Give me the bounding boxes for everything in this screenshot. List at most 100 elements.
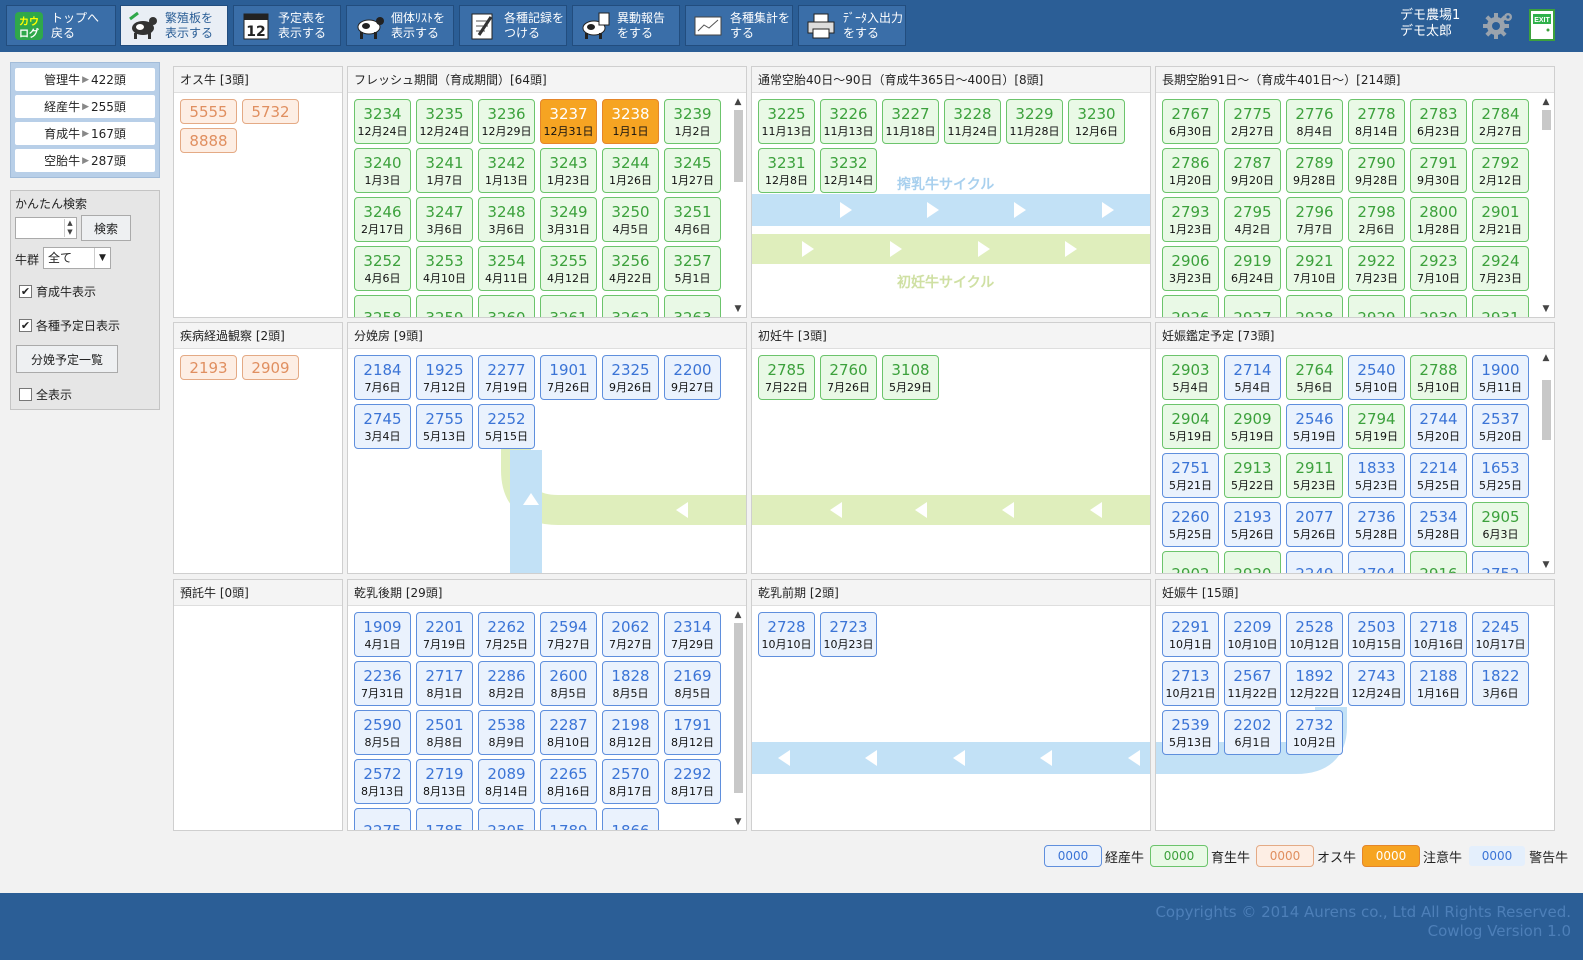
- cow-tile[interactable]: 3240 1月3日: [354, 148, 411, 193]
- cow-tile[interactable]: 2903 5月4日: [1162, 355, 1219, 400]
- cow-tile[interactable]: 3246 2月17日: [354, 197, 411, 242]
- scroll-down-icon[interactable]: ▼: [1540, 303, 1552, 315]
- nav-button-2[interactable]: 繁殖板を 表示する: [120, 5, 228, 46]
- cow-tile[interactable]: 3234 12月24日: [354, 99, 411, 144]
- cow-tile[interactable]: 2503 10月15日: [1348, 612, 1405, 657]
- show-all-option[interactable]: 全表示: [19, 386, 72, 403]
- cow-tile[interactable]: 2795 4月2日: [1224, 197, 1281, 242]
- cow-tile[interactable]: 2736 5月28日: [1348, 502, 1405, 547]
- nav-button-1[interactable]: カウ ログ トップへ 戻る: [6, 5, 116, 46]
- nav-button-7[interactable]: 各種集計を する: [685, 5, 793, 46]
- scroll-thumb[interactable]: [1542, 380, 1551, 440]
- cow-tile[interactable]: 2193 5月26日: [1224, 502, 1281, 547]
- cow-tile[interactable]: 2537 5月20日: [1472, 404, 1529, 449]
- cow-tile[interactable]: 1925 7月12日: [416, 355, 473, 400]
- cow-tile[interactable]: 2718 10月16日: [1410, 612, 1467, 657]
- cow-tile[interactable]: 2906 3月23日: [1162, 246, 1219, 291]
- scrollbar[interactable]: ▲ ▼: [1540, 96, 1552, 315]
- cow-tile[interactable]: 3263: [664, 295, 721, 317]
- cow-tile[interactable]: 2077 5月26日: [1286, 502, 1343, 547]
- cow-tile[interactable]: 3227 11月18日: [882, 99, 939, 144]
- cow-tile[interactable]: 2920: [1224, 551, 1281, 573]
- cow-tile[interactable]: 3247 3月6日: [416, 197, 473, 242]
- cow-tile[interactable]: 2201 7月19日: [416, 612, 473, 657]
- cow-tile[interactable]: 3254 4月11日: [478, 246, 535, 291]
- scroll-up-icon[interactable]: ▲: [732, 96, 744, 108]
- summary-item[interactable]: 空胎牛 ▶ 287頭: [15, 149, 155, 172]
- cow-tile[interactable]: 3237 12月31日: [540, 99, 597, 144]
- cow-tile[interactable]: 2743 12月24日: [1348, 661, 1405, 706]
- cow-tile[interactable]: 2927: [1224, 295, 1281, 317]
- cow-tile[interactable]: 2590 8月5日: [354, 710, 411, 755]
- cow-tile[interactable]: 2546 5月19日: [1286, 404, 1343, 449]
- cow-tile[interactable]: 1822 3月6日: [1472, 661, 1529, 706]
- cow-tile[interactable]: 2923 7月10日: [1410, 246, 1467, 291]
- cow-tile[interactable]: 3228 11月24日: [944, 99, 1001, 144]
- checkbox-checked-icon[interactable]: ✔: [19, 285, 32, 298]
- cow-tile[interactable]: 2713 10月21日: [1162, 661, 1219, 706]
- cow-tile[interactable]: 1785: [416, 808, 473, 830]
- cow-tile[interactable]: 8888: [180, 128, 237, 153]
- nav-button-3[interactable]: 12 予定表を 表示する: [233, 5, 341, 46]
- cow-tile[interactable]: 3261: [540, 295, 597, 317]
- cow-tile[interactable]: 3225 11月13日: [758, 99, 815, 144]
- cow-tile[interactable]: 2913 5月22日: [1224, 453, 1281, 498]
- herd-group-select[interactable]: 全て ▼: [43, 247, 111, 269]
- cow-tile[interactable]: 2919 6月24日: [1224, 246, 1281, 291]
- cow-tile[interactable]: 1833 5月23日: [1348, 453, 1405, 498]
- cow-tile[interactable]: 2570 8月17日: [602, 759, 659, 804]
- cow-tile[interactable]: 2776 8月4日: [1286, 99, 1343, 144]
- cow-tile[interactable]: 2751 5月21日: [1162, 453, 1219, 498]
- cow-tile[interactable]: 3236 12月29日: [478, 99, 535, 144]
- cow-tile[interactable]: 2783 6月23日: [1410, 99, 1467, 144]
- cow-tile[interactable]: 3260: [478, 295, 535, 317]
- cow-tile[interactable]: 2745 3月4日: [354, 404, 411, 449]
- cow-tile[interactable]: 2755 5月13日: [416, 404, 473, 449]
- cow-tile[interactable]: 1901 7月26日: [540, 355, 597, 400]
- cow-tile[interactable]: 2193: [180, 355, 237, 380]
- cow-tile[interactable]: 2528 10月12日: [1286, 612, 1343, 657]
- cow-tile[interactable]: 2916: [1410, 551, 1467, 573]
- checkbox-checked-icon[interactable]: ✔: [19, 319, 32, 332]
- cow-tile[interactable]: 2902: [1162, 551, 1219, 573]
- cow-tile[interactable]: 2744 5月20日: [1410, 404, 1467, 449]
- cow-tile[interactable]: 2277 7月19日: [478, 355, 535, 400]
- cow-tile[interactable]: 2188 1月16日: [1410, 661, 1467, 706]
- summary-item[interactable]: 管理牛 ▶ 422頭: [15, 68, 155, 91]
- nav-button-5[interactable]: 各種記録を つける: [459, 5, 567, 46]
- cow-tile[interactable]: 2245 10月17日: [1472, 612, 1529, 657]
- cow-tile[interactable]: 2275: [354, 808, 411, 830]
- scroll-thumb[interactable]: [734, 110, 743, 182]
- cow-tile[interactable]: 3256 4月22日: [602, 246, 659, 291]
- cow-tile[interactable]: 2901 2月21日: [1472, 197, 1529, 242]
- cow-tile[interactable]: 2728 10月10日: [758, 612, 815, 657]
- summary-item[interactable]: 育成牛 ▶ 167頭: [15, 122, 155, 145]
- cow-tile[interactable]: 2784 2月27日: [1472, 99, 1529, 144]
- schedule-display-option[interactable]: ✔ 各種予定日表示: [19, 317, 120, 334]
- cow-tile[interactable]: 2775 2月27日: [1224, 99, 1281, 144]
- cow-tile[interactable]: 2184 7月6日: [354, 355, 411, 400]
- cow-tile[interactable]: 2501 8月8日: [416, 710, 473, 755]
- cow-tile[interactable]: 2594 7月27日: [540, 612, 597, 657]
- cow-tile[interactable]: 2600 8月5日: [540, 661, 597, 706]
- cow-tile[interactable]: 2717 8月1日: [416, 661, 473, 706]
- cow-tile[interactable]: 2214 5月25日: [1410, 453, 1467, 498]
- cow-tile[interactable]: 3244 1月26日: [602, 148, 659, 193]
- cow-tile[interactable]: 2236 7月31日: [354, 661, 411, 706]
- cow-tile[interactable]: 3242 1月13日: [478, 148, 535, 193]
- cow-tile[interactable]: 2790 9月28日: [1348, 148, 1405, 193]
- cow-tile[interactable]: 2704: [1348, 551, 1405, 573]
- cow-tile[interactable]: 3232 12月14日: [820, 148, 877, 193]
- cow-tile[interactable]: 2929: [1348, 295, 1405, 317]
- cow-tile[interactable]: 2785 7月22日: [758, 355, 815, 400]
- cow-tile[interactable]: 2262 7月25日: [478, 612, 535, 657]
- cow-tile[interactable]: 1900 5月11日: [1472, 355, 1529, 400]
- cow-tile[interactable]: 3238 1月1日: [602, 99, 659, 144]
- cow-tile[interactable]: 2904 5月19日: [1162, 404, 1219, 449]
- cow-tile[interactable]: 2778 8月14日: [1348, 99, 1405, 144]
- cow-tile[interactable]: 2714 5月4日: [1224, 355, 1281, 400]
- scrollbar[interactable]: ▲ ▼: [732, 96, 744, 315]
- cow-tile[interactable]: 2798 2月6日: [1348, 197, 1405, 242]
- scroll-up-icon[interactable]: ▲: [732, 609, 744, 621]
- cow-tile[interactable]: 2305: [478, 808, 535, 830]
